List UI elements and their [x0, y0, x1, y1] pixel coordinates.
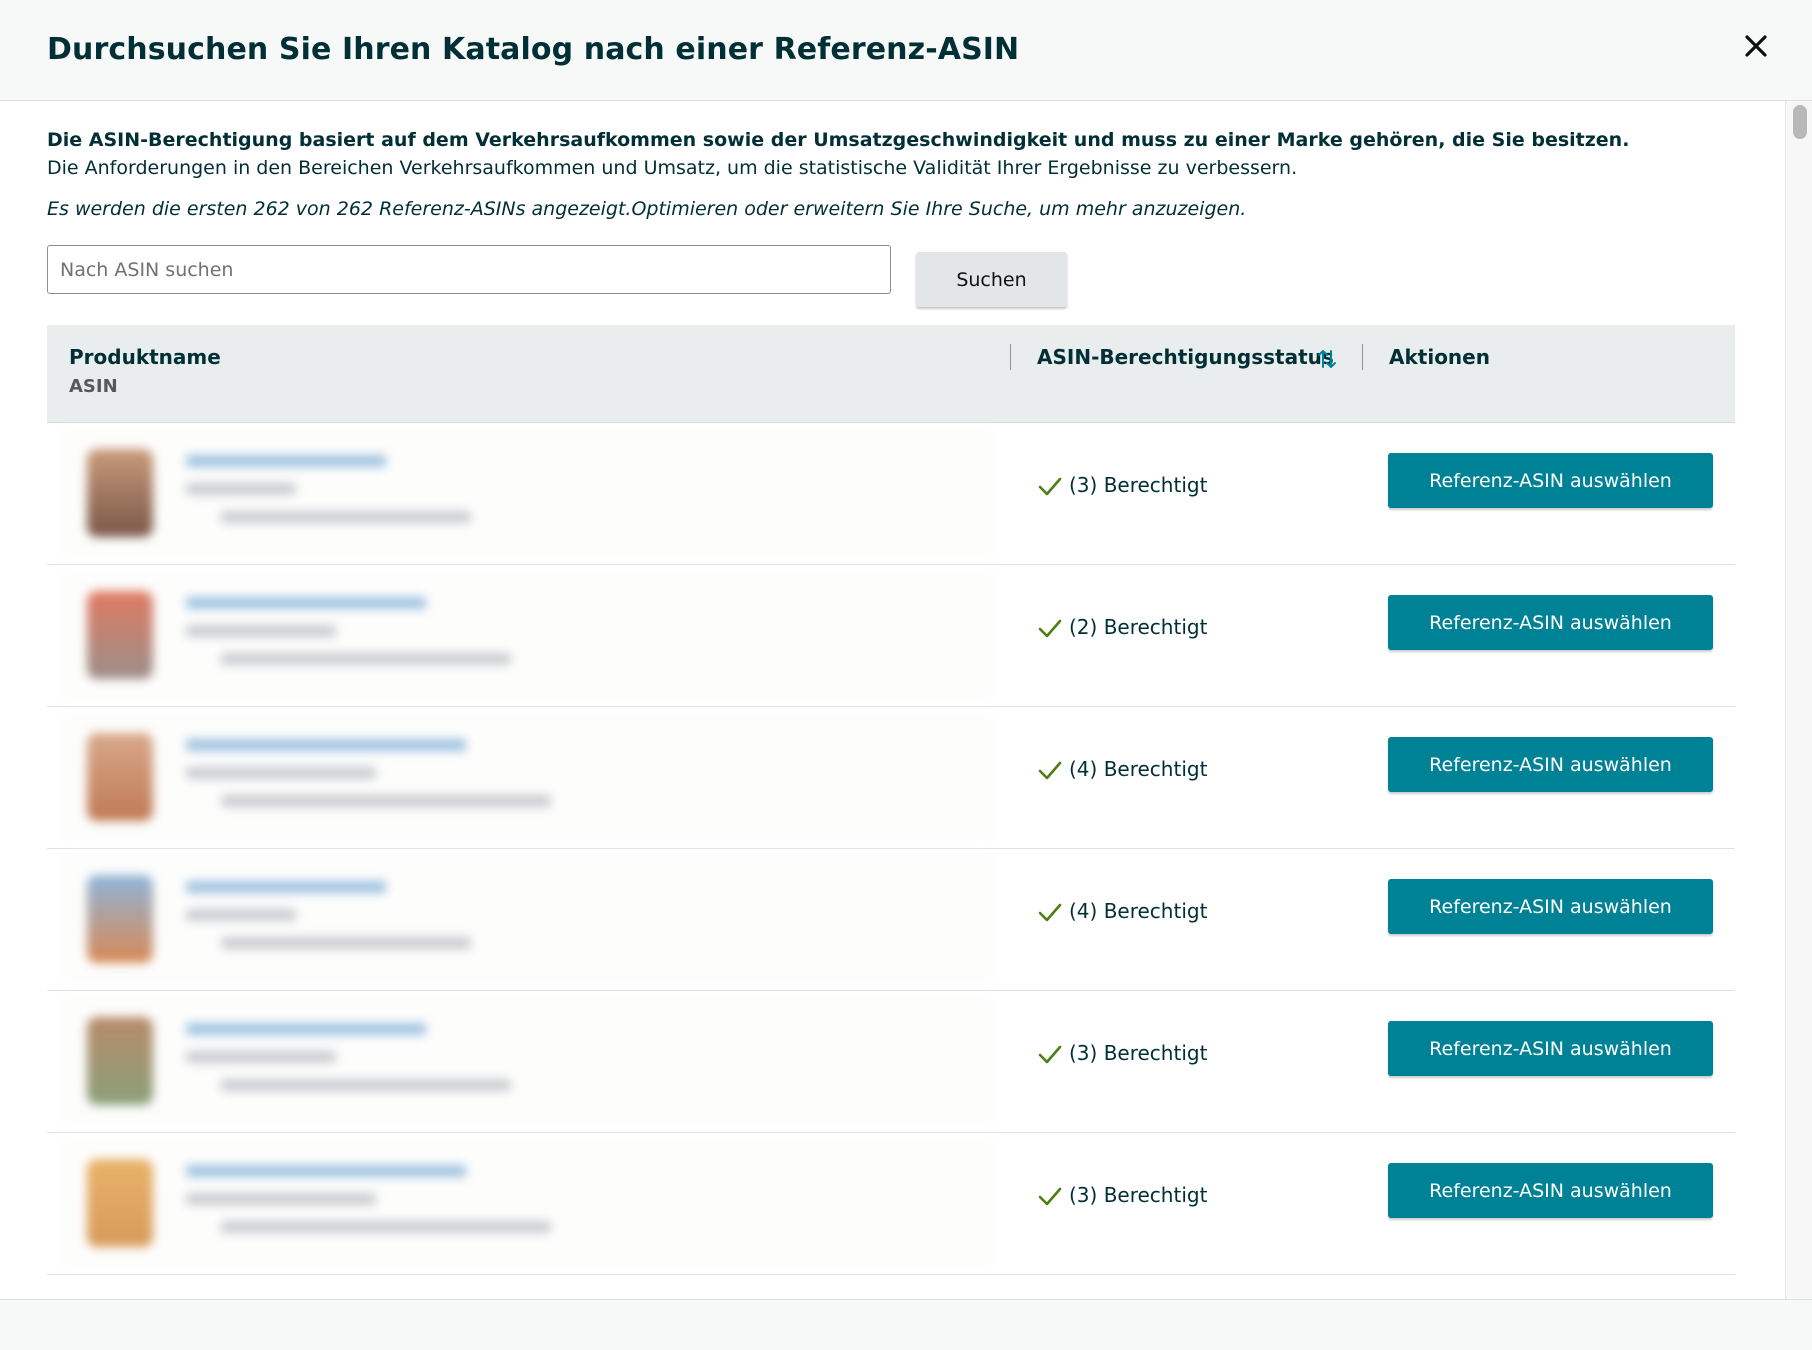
product-thumbnail	[87, 1159, 153, 1247]
status-label: (4) Berechtigt	[1069, 899, 1208, 923]
blurred-product-info	[61, 571, 995, 699]
blurred-product-info	[61, 997, 995, 1125]
close-icon[interactable]	[1740, 30, 1772, 62]
checkmark-icon	[1038, 477, 1062, 496]
product-thumbnail	[87, 875, 153, 963]
blurred-text-line	[186, 625, 336, 637]
product-thumbnail	[87, 591, 153, 679]
reference-asin-table: Produktname ASIN ASIN-Berechtigungsstatu…	[47, 325, 1735, 1275]
header-divider	[1010, 344, 1011, 370]
asin-search-modal: Durchsuchen Sie Ihren Katalog nach einer…	[0, 0, 1812, 1350]
blurred-text-line	[186, 881, 386, 893]
status-label: (2) Berechtigt	[1069, 615, 1208, 639]
header-asin: ASIN	[69, 376, 118, 397]
blurred-product-info	[61, 429, 995, 557]
blurred-product-info	[61, 713, 995, 841]
select-reference-asin-button[interactable]: Referenz-ASIN auswählen	[1388, 595, 1713, 650]
blurred-text-line	[186, 909, 296, 921]
status-label: (4) Berechtigt	[1069, 757, 1208, 781]
table-row: (3) Berechtigt Referenz-ASIN auswählen	[47, 991, 1735, 1133]
table-row: (3) Berechtigt Referenz-ASIN auswählen	[47, 423, 1735, 565]
checkmark-icon	[1038, 1187, 1062, 1206]
select-reference-asin-button[interactable]: Referenz-ASIN auswählen	[1388, 737, 1713, 792]
modal-header: Durchsuchen Sie Ihren Katalog nach einer…	[0, 0, 1812, 101]
table-header: Produktname ASIN ASIN-Berechtigungsstatu…	[47, 325, 1735, 423]
header-product-name: Produktname	[69, 345, 221, 369]
table-row: (4) Berechtigt Referenz-ASIN auswählen	[47, 707, 1735, 849]
modal-body: Die ASIN-Berechtigung basiert auf dem Ve…	[0, 101, 1812, 1299]
blurred-text-line	[186, 455, 386, 467]
blurred-text-line	[221, 511, 471, 523]
select-reference-asin-button[interactable]: Referenz-ASIN auswählen	[1388, 453, 1713, 508]
sort-icon[interactable]	[1317, 347, 1337, 371]
search-button[interactable]: Suchen	[916, 252, 1067, 307]
blurred-product-info	[61, 1139, 995, 1267]
checkmark-icon	[1038, 761, 1062, 780]
status-label: (3) Berechtigt	[1069, 1041, 1208, 1065]
blurred-text-line	[221, 937, 471, 949]
status-label: (3) Berechtigt	[1069, 473, 1208, 497]
table-row: (3) Berechtigt Referenz-ASIN auswählen	[47, 1133, 1735, 1275]
select-reference-asin-button[interactable]: Referenz-ASIN auswählen	[1388, 1021, 1713, 1076]
blurred-text-line	[186, 739, 466, 751]
checkmark-icon	[1038, 903, 1062, 922]
table-body: (3) Berechtigt Referenz-ASIN auswählen (2)…	[47, 423, 1735, 1275]
blurred-text-line	[221, 795, 551, 807]
blurred-text-line	[186, 1023, 426, 1035]
scrollbar[interactable]	[1785, 101, 1812, 1299]
header-status[interactable]: ASIN-Berechtigungsstatus	[1037, 345, 1334, 369]
blurred-text-line	[186, 1165, 466, 1177]
results-count-note: Es werden die ersten 262 von 262 Referen…	[47, 198, 1247, 220]
modal-title: Durchsuchen Sie Ihren Katalog nach einer…	[47, 32, 1020, 67]
checkmark-icon	[1038, 619, 1062, 638]
asin-search-input[interactable]	[47, 245, 891, 294]
checkmark-icon	[1038, 1045, 1062, 1064]
product-thumbnail	[87, 1017, 153, 1105]
blurred-text-line	[186, 597, 426, 609]
header-divider	[1362, 344, 1363, 370]
select-reference-asin-button[interactable]: Referenz-ASIN auswählen	[1388, 879, 1713, 934]
table-row: (2) Berechtigt Referenz-ASIN auswählen	[47, 565, 1735, 707]
table-row: (4) Berechtigt Referenz-ASIN auswählen	[47, 849, 1735, 991]
product-thumbnail	[87, 733, 153, 821]
blurred-text-line	[221, 653, 511, 665]
blurred-text-line	[186, 483, 296, 495]
eligibility-note: Die ASIN-Berechtigung basiert auf dem Ve…	[47, 129, 1630, 151]
blurred-product-info	[61, 855, 995, 983]
blurred-text-line	[186, 767, 376, 779]
blurred-text-line	[221, 1079, 511, 1091]
product-thumbnail	[87, 449, 153, 537]
modal-footer	[0, 1299, 1812, 1350]
select-reference-asin-button[interactable]: Referenz-ASIN auswählen	[1388, 1163, 1713, 1218]
blurred-text-line	[221, 1221, 551, 1233]
scrollbar-thumb[interactable]	[1793, 105, 1807, 139]
status-label: (3) Berechtigt	[1069, 1183, 1208, 1207]
blurred-text-line	[186, 1051, 336, 1063]
requirements-note: Die Anforderungen in den Bereichen Verke…	[47, 157, 1298, 179]
header-actions: Aktionen	[1389, 345, 1490, 369]
blurred-text-line	[186, 1193, 376, 1205]
